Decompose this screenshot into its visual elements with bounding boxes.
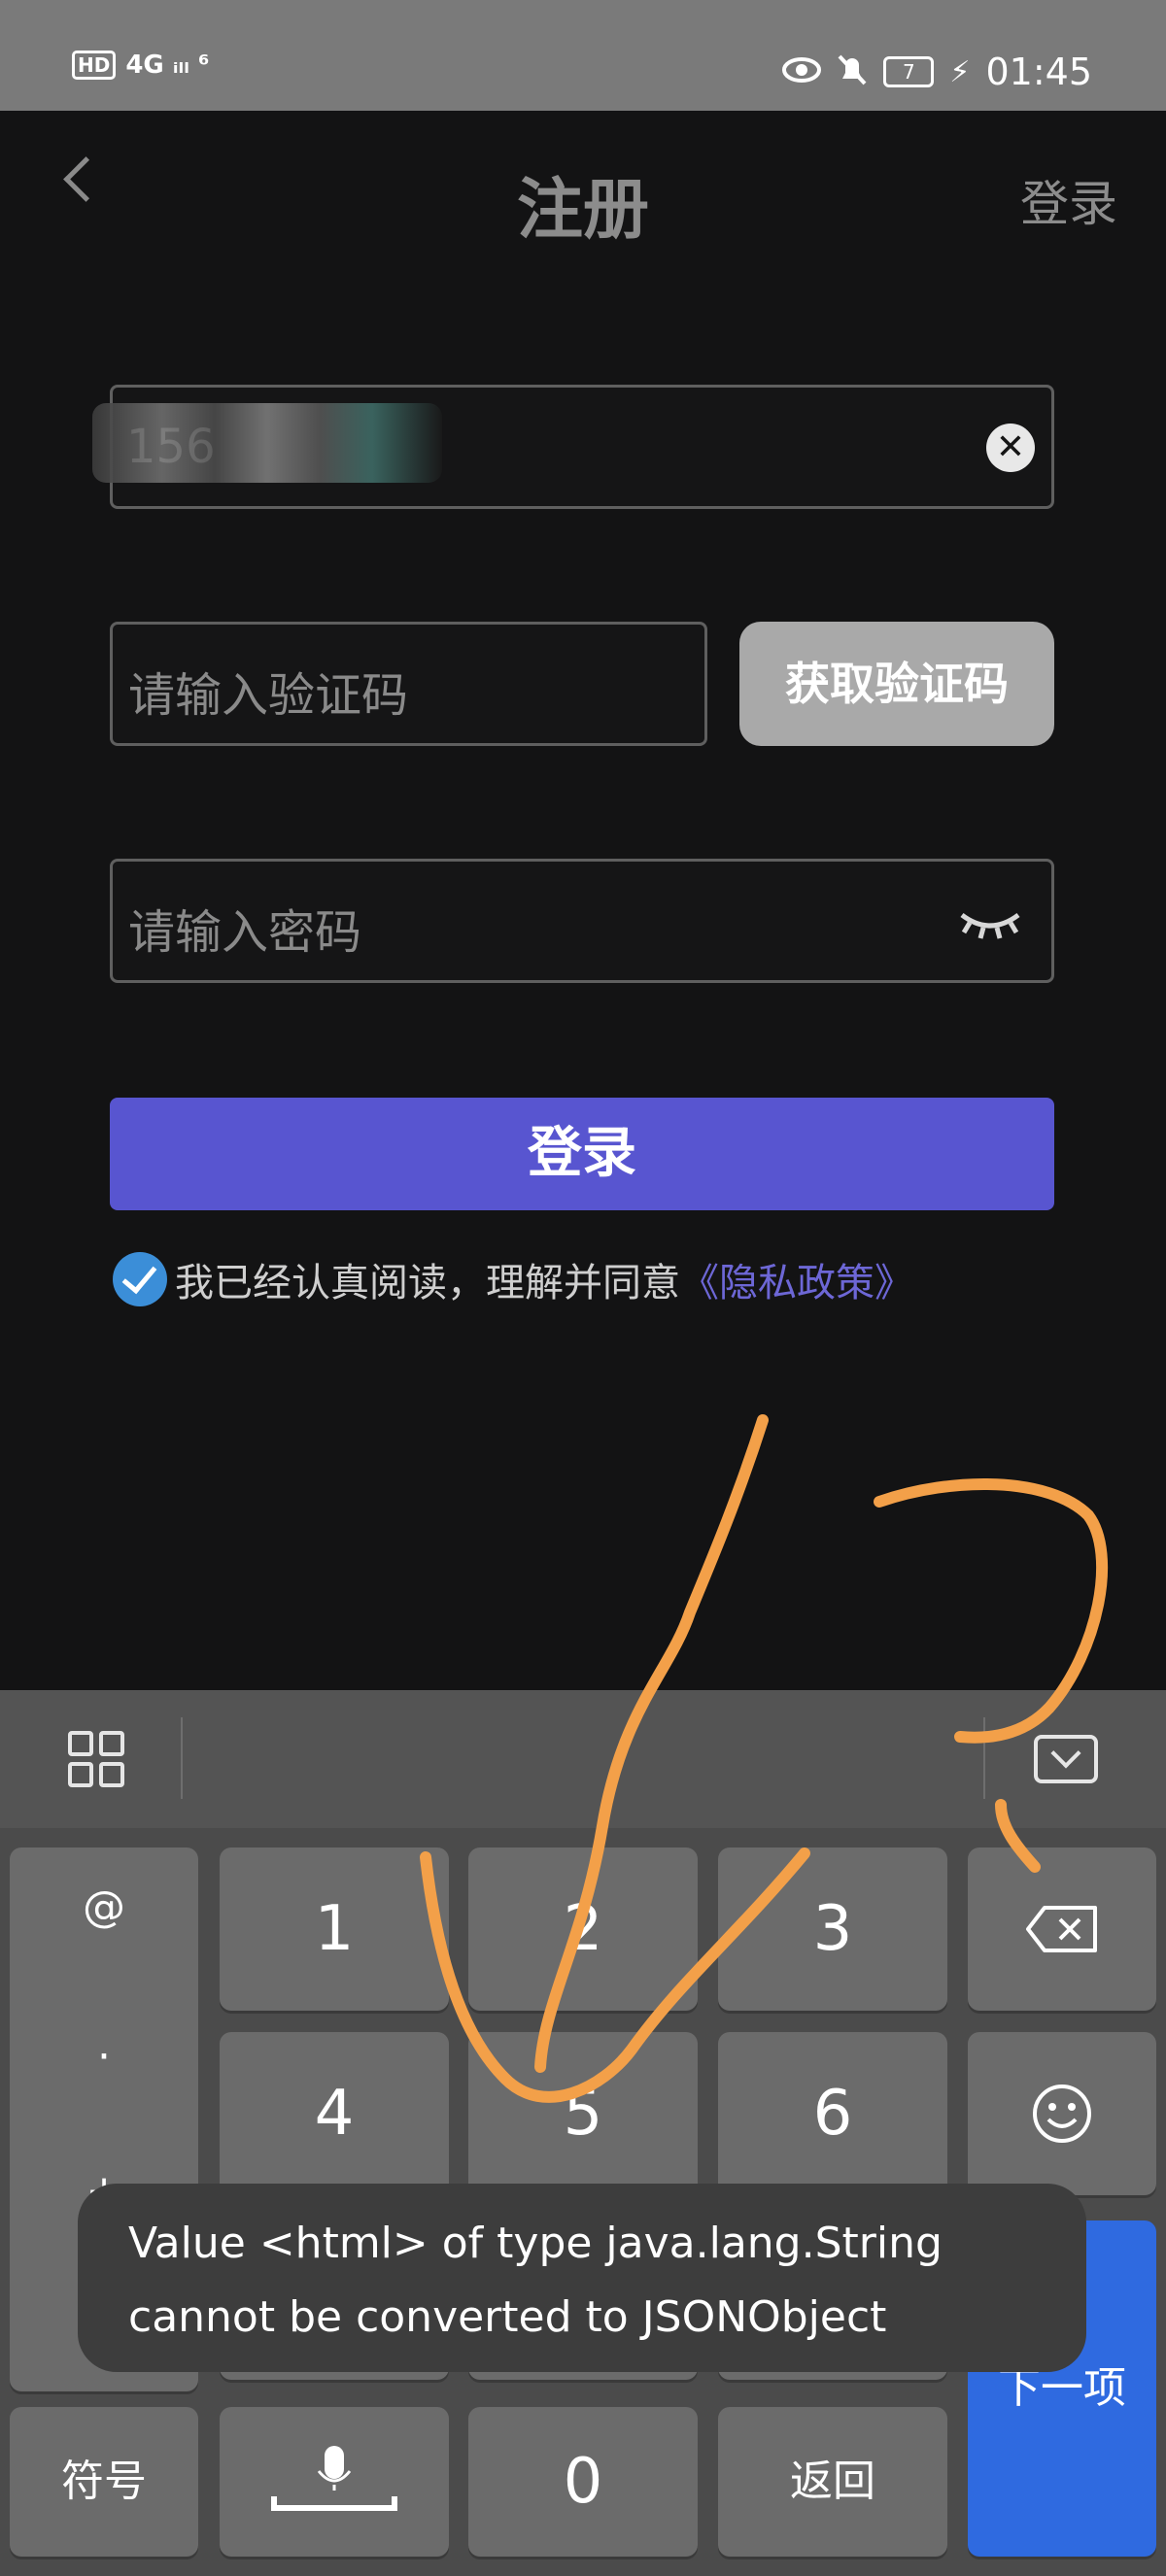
annotation-scribble — [420, 1414, 1109, 2103]
